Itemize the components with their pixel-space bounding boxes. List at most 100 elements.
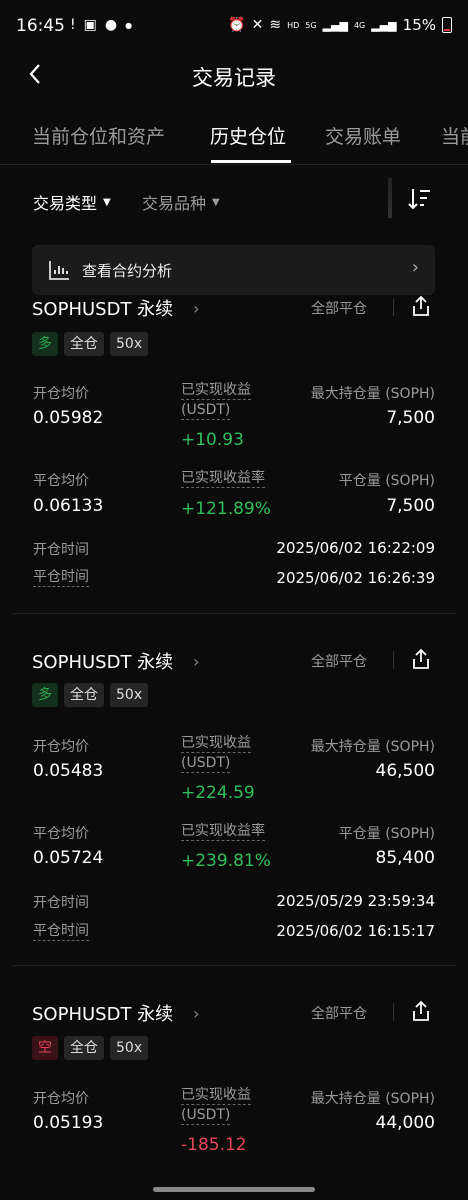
open-time-label: 开仓时间: [33, 542, 89, 558]
caret-down-icon: ▼: [212, 196, 220, 208]
tab-active-indicator: [211, 160, 291, 163]
realized-pnl-value: +224.59: [181, 783, 255, 803]
position-status: 全部平仓: [311, 1006, 367, 1022]
leverage-badge: 50x: [110, 332, 149, 356]
margin-badge: 全仓: [64, 332, 104, 356]
max-hold-label: 最大持仓量 (SOPH): [310, 739, 435, 755]
battery-icon: [442, 17, 452, 33]
realized-pnl-unit: (USDT): [181, 402, 231, 420]
close-avg-label: 平仓均价: [33, 826, 89, 842]
open-avg-value: 0.05193: [33, 1113, 104, 1133]
close-avg-value: 0.05724: [33, 848, 104, 868]
realized-pnl-label: 已实现收益: [181, 1087, 251, 1105]
open-time-label: 开仓时间: [33, 895, 89, 911]
pair-row[interactable]: SOPHUSDT 永续 ›: [32, 295, 200, 321]
bar-chart-icon: [49, 261, 69, 280]
realized-rate-label: 已实现收益率: [181, 823, 265, 841]
max-hold-label: 最大持仓量 (SOPH): [310, 1091, 435, 1107]
max-hold-value: 46,500: [375, 761, 435, 781]
pair-row[interactable]: SOPHUSDT 永续 ›: [32, 1000, 200, 1026]
close-time-value: 2025/06/02 16:15:17: [276, 922, 435, 940]
sort-icon: [408, 189, 430, 210]
close-amount-value: 7,500: [386, 496, 435, 516]
close-amount-value: 85,400: [375, 848, 435, 868]
realized-pnl-value: -185.12: [181, 1135, 247, 1155]
symbol-filter[interactable]: 交易品种 ▼: [142, 190, 220, 214]
realized-pnl-value: +10.93: [181, 430, 244, 450]
status-time: 16:45: [16, 16, 65, 36]
position-status: 全部平仓: [311, 301, 367, 317]
close-amount-label: 平仓量 (SOPH): [338, 826, 435, 842]
pair-name: SOPHUSDT 永续: [32, 299, 174, 320]
chevron-right-icon: ›: [193, 298, 200, 318]
tab-positions-assets[interactable]: 当前仓位和资产: [32, 122, 165, 149]
wifi-icon: ≋: [269, 17, 282, 33]
divider: [393, 651, 394, 669]
position-card[interactable]: SOPHUSDT 永续 › 全部平仓 多 全仓 50x 开仓均价 0.05982…: [0, 295, 468, 615]
side-badge: 多: [32, 332, 58, 356]
divider: [393, 298, 394, 316]
divider: [393, 1003, 394, 1021]
chevron-left-icon: [29, 64, 40, 84]
max-hold-label: 最大持仓量 (SOPH): [310, 386, 435, 402]
home-indicator[interactable]: [153, 1187, 315, 1192]
message-icon: ●: [104, 17, 118, 33]
leverage-badge: 50x: [110, 1036, 149, 1060]
share-icon[interactable]: [411, 648, 431, 670]
tag-row: 多 全仓 50x: [32, 332, 149, 356]
hd-icon: HD: [287, 20, 300, 30]
page-title: 交易记录: [192, 66, 276, 90]
max-hold-value: 44,000: [375, 1113, 435, 1133]
realized-rate-value: +121.89%: [181, 499, 271, 519]
tab-history-positions[interactable]: 历史仓位: [210, 122, 286, 149]
trade-type-label: 交易类型: [33, 194, 98, 213]
close-time-label: 平仓时间: [33, 923, 89, 941]
status-bar: 16:45 ! ▣ ● ● ⏰ ✕ ≋ HD 5G ▂▄▆ 4G ▂▄▆ 15%: [0, 0, 468, 54]
card-separator: [12, 613, 456, 614]
open-avg-value: 0.05483: [33, 761, 104, 781]
signal-bars-icon: ▂▄▆: [322, 18, 348, 32]
pair-name: SOPHUSDT 永续: [32, 652, 174, 673]
chevron-right-icon: ›: [193, 651, 200, 671]
share-icon[interactable]: [411, 295, 431, 317]
tab-trade-bills[interactable]: 交易账单: [325, 122, 401, 149]
margin-badge: 全仓: [64, 683, 104, 707]
realized-pnl-unit: (USDT): [181, 755, 231, 773]
close-time-value: 2025/06/02 16:26:39: [276, 569, 435, 587]
realized-pnl-unit: (USDT): [181, 1107, 231, 1125]
tab-current[interactable]: 当前: [441, 122, 468, 149]
position-card[interactable]: SOPHUSDT 永续 › 全部平仓 多 全仓 50x 开仓均价 0.05483…: [0, 648, 468, 968]
share-icon[interactable]: [411, 1000, 431, 1022]
battery-percent: 15%: [402, 16, 436, 34]
signal-bars-icon-2: ▂▄▆: [371, 18, 397, 32]
leverage-badge: 50x: [110, 683, 149, 707]
side-badge: 空: [32, 1036, 58, 1060]
open-time-value: 2025/06/02 16:22:09: [276, 539, 435, 557]
alarm-icon: ⏰: [228, 17, 246, 33]
back-button[interactable]: [28, 62, 42, 92]
card-separator: [12, 965, 456, 966]
tag-row: 空 全仓 50x: [32, 1036, 149, 1060]
close-avg-value: 0.06133: [33, 496, 104, 516]
open-avg-label: 开仓均价: [33, 739, 89, 755]
chevron-right-icon: ›: [193, 1003, 200, 1023]
position-status: 全部平仓: [311, 654, 367, 670]
symbol-label: 交易品种: [142, 194, 207, 213]
position-card[interactable]: SOPHUSDT 永续 › 全部平仓 空 全仓 50x 开仓均价 0.05193…: [0, 1000, 468, 1200]
open-avg-label: 开仓均价: [33, 1091, 89, 1107]
open-avg-label: 开仓均价: [33, 386, 89, 402]
tab-bar: 当前仓位和资产 历史仓位 交易账单 当前: [0, 118, 468, 165]
close-time-label: 平仓时间: [33, 569, 89, 587]
pair-row[interactable]: SOPHUSDT 永续 ›: [32, 648, 200, 674]
close-avg-label: 平仓均价: [33, 473, 89, 489]
sort-button[interactable]: [408, 186, 432, 212]
signal-4g-icon: 4G: [353, 20, 366, 30]
close-amount-label: 平仓量 (SOPH): [338, 473, 435, 489]
open-avg-value: 0.05982: [33, 408, 104, 428]
trade-type-filter[interactable]: 交易类型 ▼: [33, 190, 111, 214]
realized-rate-value: +239.81%: [181, 851, 271, 871]
pair-name: SOPHUSDT 永续: [32, 1004, 174, 1025]
realized-rate-label: 已实现收益率: [181, 470, 265, 488]
realized-pnl-label: 已实现收益: [181, 382, 251, 400]
contract-analysis-banner[interactable]: 查看合约分析 ›: [32, 245, 435, 295]
